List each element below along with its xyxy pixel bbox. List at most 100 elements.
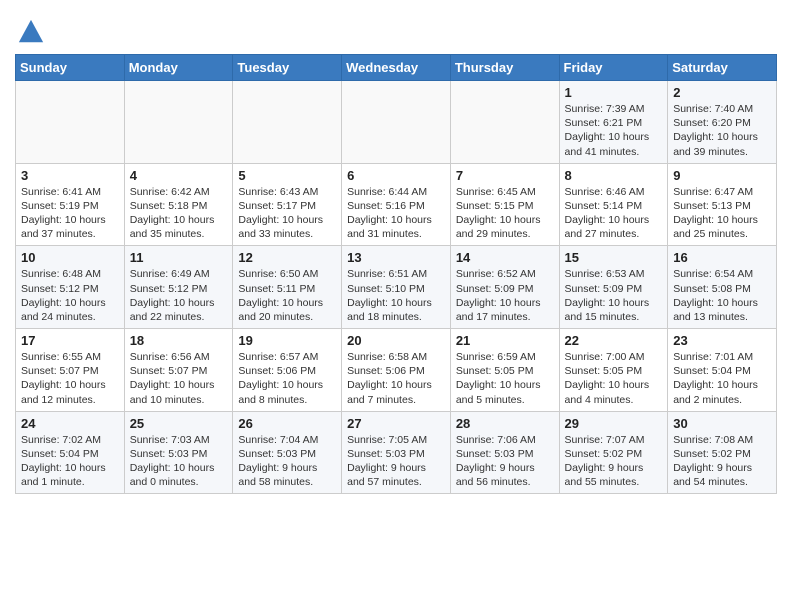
day-info: Sunrise: 7:05 AM Sunset: 5:03 PM Dayligh… [347,433,445,490]
day-info: Sunrise: 6:53 AM Sunset: 5:09 PM Dayligh… [565,267,663,324]
calendar-cell: 10 Sunrise: 6:48 AM Sunset: 5:12 PM Dayli… [16,246,125,329]
calendar-cell: 13 Sunrise: 6:51 AM Sunset: 5:10 PM Dayli… [342,246,451,329]
day-info: Sunrise: 7:04 AM Sunset: 5:03 PM Dayligh… [238,433,336,490]
day-number: 4 [130,168,228,183]
logo-text [15,18,45,46]
day-info: Sunrise: 6:55 AM Sunset: 5:07 PM Dayligh… [21,350,119,407]
logo-icon [17,18,45,46]
day-number: 23 [673,333,771,348]
day-number: 15 [565,250,663,265]
day-number: 6 [347,168,445,183]
calendar-cell [16,81,125,164]
day-number: 26 [238,416,336,431]
day-number: 30 [673,416,771,431]
day-info: Sunrise: 6:58 AM Sunset: 5:06 PM Dayligh… [347,350,445,407]
day-info: Sunrise: 7:40 AM Sunset: 6:20 PM Dayligh… [673,102,771,159]
day-info: Sunrise: 6:56 AM Sunset: 5:07 PM Dayligh… [130,350,228,407]
calendar-cell: 7 Sunrise: 6:45 AM Sunset: 5:15 PM Daylig… [450,163,559,246]
day-info: Sunrise: 6:49 AM Sunset: 5:12 PM Dayligh… [130,267,228,324]
day-number: 24 [21,416,119,431]
calendar-cell: 25 Sunrise: 7:03 AM Sunset: 5:03 PM Dayli… [124,411,233,494]
calendar-cell: 16 Sunrise: 6:54 AM Sunset: 5:08 PM Dayli… [668,246,777,329]
day-number: 2 [673,85,771,100]
day-info: Sunrise: 6:59 AM Sunset: 5:05 PM Dayligh… [456,350,554,407]
calendar-cell: 23 Sunrise: 7:01 AM Sunset: 5:04 PM Dayli… [668,329,777,412]
day-info: Sunrise: 6:43 AM Sunset: 5:17 PM Dayligh… [238,185,336,242]
day-info: Sunrise: 6:46 AM Sunset: 5:14 PM Dayligh… [565,185,663,242]
calendar-cell: 20 Sunrise: 6:58 AM Sunset: 5:06 PM Dayli… [342,329,451,412]
day-info: Sunrise: 7:03 AM Sunset: 5:03 PM Dayligh… [130,433,228,490]
day-number: 21 [456,333,554,348]
day-number: 14 [456,250,554,265]
day-number: 20 [347,333,445,348]
day-number: 16 [673,250,771,265]
calendar-cell: 29 Sunrise: 7:07 AM Sunset: 5:02 PM Dayli… [559,411,668,494]
day-number: 25 [130,416,228,431]
day-info: Sunrise: 7:39 AM Sunset: 6:21 PM Dayligh… [565,102,663,159]
calendar-cell [233,81,342,164]
calendar-cell [450,81,559,164]
day-info: Sunrise: 7:06 AM Sunset: 5:03 PM Dayligh… [456,433,554,490]
calendar-cell: 5 Sunrise: 6:43 AM Sunset: 5:17 PM Daylig… [233,163,342,246]
day-number: 29 [565,416,663,431]
day-info: Sunrise: 6:54 AM Sunset: 5:08 PM Dayligh… [673,267,771,324]
calendar-cell: 18 Sunrise: 6:56 AM Sunset: 5:07 PM Dayli… [124,329,233,412]
week-row-2: 3Sunrise: 6:41 AM Sunset: 5:19 PM Daylig… [16,163,777,246]
day-info: Sunrise: 7:07 AM Sunset: 5:02 PM Dayligh… [565,433,663,490]
weekday-monday: Monday [124,55,233,81]
day-number: 12 [238,250,336,265]
calendar-body: 1 Sunrise: 7:39 AM Sunset: 6:21 PM Daylig… [16,81,777,494]
day-info: Sunrise: 6:52 AM Sunset: 5:09 PM Dayligh… [456,267,554,324]
day-number: 1 [565,85,663,100]
calendar-cell [124,81,233,164]
weekday-wednesday: Wednesday [342,55,451,81]
calendar-cell: 22Sunrise: 7:00 AM Sunset: 5:05 PM Dayli… [559,329,668,412]
logo [15,18,45,46]
week-row-3: 10 Sunrise: 6:48 AM Sunset: 5:12 PM Dayli… [16,246,777,329]
calendar-cell: 28 Sunrise: 7:06 AM Sunset: 5:03 PM Dayli… [450,411,559,494]
day-number: 10 [21,250,119,265]
calendar-cell: 14 Sunrise: 6:52 AM Sunset: 5:09 PM Dayli… [450,246,559,329]
weekday-saturday: Saturday [668,55,777,81]
weekday-friday: Friday [559,55,668,81]
day-number: 18 [130,333,228,348]
calendar-cell: 9 Sunrise: 6:47 AM Sunset: 5:13 PM Daylig… [668,163,777,246]
day-number: 11 [130,250,228,265]
calendar-cell: 4Sunrise: 6:42 AM Sunset: 5:18 PM Daylig… [124,163,233,246]
calendar-cell: 11 Sunrise: 6:49 AM Sunset: 5:12 PM Dayli… [124,246,233,329]
calendar-cell: 6 Sunrise: 6:44 AM Sunset: 5:16 PM Daylig… [342,163,451,246]
calendar-cell: 27 Sunrise: 7:05 AM Sunset: 5:03 PM Dayli… [342,411,451,494]
weekday-tuesday: Tuesday [233,55,342,81]
day-info: Sunrise: 6:41 AM Sunset: 5:19 PM Dayligh… [21,185,119,242]
day-info: Sunrise: 7:01 AM Sunset: 5:04 PM Dayligh… [673,350,771,407]
calendar-cell [342,81,451,164]
calendar-cell: 1 Sunrise: 7:39 AM Sunset: 6:21 PM Daylig… [559,81,668,164]
calendar-cell: 8 Sunrise: 6:46 AM Sunset: 5:14 PM Daylig… [559,163,668,246]
calendar-cell: 30Sunrise: 7:08 AM Sunset: 5:02 PM Dayli… [668,411,777,494]
calendar-cell: 17 Sunrise: 6:55 AM Sunset: 5:07 PM Dayli… [16,329,125,412]
day-number: 19 [238,333,336,348]
day-number: 9 [673,168,771,183]
day-info: Sunrise: 6:57 AM Sunset: 5:06 PM Dayligh… [238,350,336,407]
day-number: 5 [238,168,336,183]
day-number: 17 [21,333,119,348]
day-info: Sunrise: 6:47 AM Sunset: 5:13 PM Dayligh… [673,185,771,242]
calendar-cell: 12 Sunrise: 6:50 AM Sunset: 5:11 PM Dayli… [233,246,342,329]
day-info: Sunrise: 7:02 AM Sunset: 5:04 PM Dayligh… [21,433,119,490]
day-number: 8 [565,168,663,183]
day-info: Sunrise: 6:51 AM Sunset: 5:10 PM Dayligh… [347,267,445,324]
calendar-cell: 2 Sunrise: 7:40 AM Sunset: 6:20 PM Daylig… [668,81,777,164]
day-number: 7 [456,168,554,183]
day-info: Sunrise: 6:48 AM Sunset: 5:12 PM Dayligh… [21,267,119,324]
day-info: Sunrise: 6:50 AM Sunset: 5:11 PM Dayligh… [238,267,336,324]
calendar-cell: 19 Sunrise: 6:57 AM Sunset: 5:06 PM Dayli… [233,329,342,412]
day-number: 28 [456,416,554,431]
day-info: Sunrise: 6:45 AM Sunset: 5:15 PM Dayligh… [456,185,554,242]
day-number: 13 [347,250,445,265]
day-info: Sunrise: 6:44 AM Sunset: 5:16 PM Dayligh… [347,185,445,242]
week-row-4: 17 Sunrise: 6:55 AM Sunset: 5:07 PM Dayli… [16,329,777,412]
day-number: 27 [347,416,445,431]
week-row-5: 24 Sunrise: 7:02 AM Sunset: 5:04 PM Dayli… [16,411,777,494]
day-number: 22 [565,333,663,348]
week-row-1: 1 Sunrise: 7:39 AM Sunset: 6:21 PM Daylig… [16,81,777,164]
